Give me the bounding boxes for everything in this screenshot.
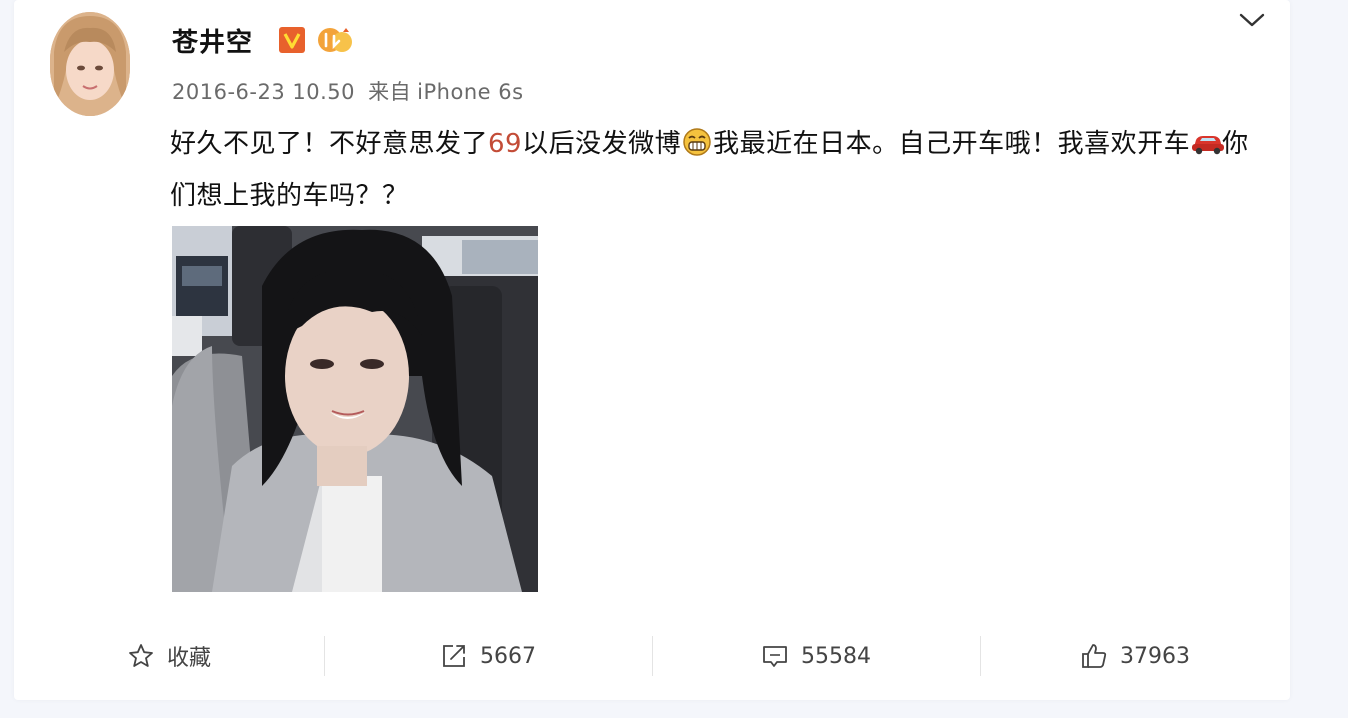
chevron-down-icon[interactable] [1236, 8, 1268, 32]
comment-button[interactable]: 55584 [652, 622, 980, 690]
weibo-post-card: 苍井空 2016-6-23 10.50 来自 iPhone 6s 好久不见了！不好… [14, 0, 1290, 700]
like-button[interactable]: 37963 [980, 622, 1290, 690]
repost-icon [443, 645, 465, 667]
like-count: 37963 [1120, 643, 1190, 669]
post-meta: 2016-6-23 10.50 来自 iPhone 6s [172, 76, 530, 106]
comment-icon [763, 646, 787, 667]
favorite-label: 收藏 [166, 646, 211, 671]
repost-button[interactable]: 5667 [324, 622, 652, 690]
thumbs-up-icon [1082, 644, 1107, 668]
post-text: 好久不见了！不好意思发了69以后没发微博 我最近在日本。自己开车哦！我喜欢开车 … [170, 118, 1270, 222]
username[interactable]: 苍井空 [172, 22, 253, 59]
repost-count: 5667 [480, 643, 536, 669]
car-emoji [1190, 123, 1225, 155]
star-icon [129, 644, 153, 667]
avatar[interactable] [50, 12, 130, 116]
post-text-part2: 以后没发微博 [522, 129, 682, 159]
post-text-part3: 我最近在日本。自己开车哦！我喜欢开车 [713, 129, 1191, 159]
comment-count: 55584 [801, 643, 871, 669]
grin-emoji [681, 123, 713, 156]
favorite-button[interactable]: 收藏 [14, 622, 324, 690]
post-source-device[interactable]: iPhone 6s [417, 80, 523, 104]
post-image[interactable] [172, 226, 538, 592]
action-bar: 收藏 5667 55584 37963 [14, 622, 1290, 690]
post-text-number: 69 [488, 129, 523, 159]
verified-v-icon[interactable] [278, 26, 306, 54]
vip-level-icon[interactable] [316, 24, 354, 56]
post-source-prefix: 来自 [368, 80, 412, 104]
post-text-part1: 好久不见了！不好意思发了 [170, 129, 489, 159]
post-timestamp[interactable]: 2016-6-23 10.50 [172, 80, 355, 104]
